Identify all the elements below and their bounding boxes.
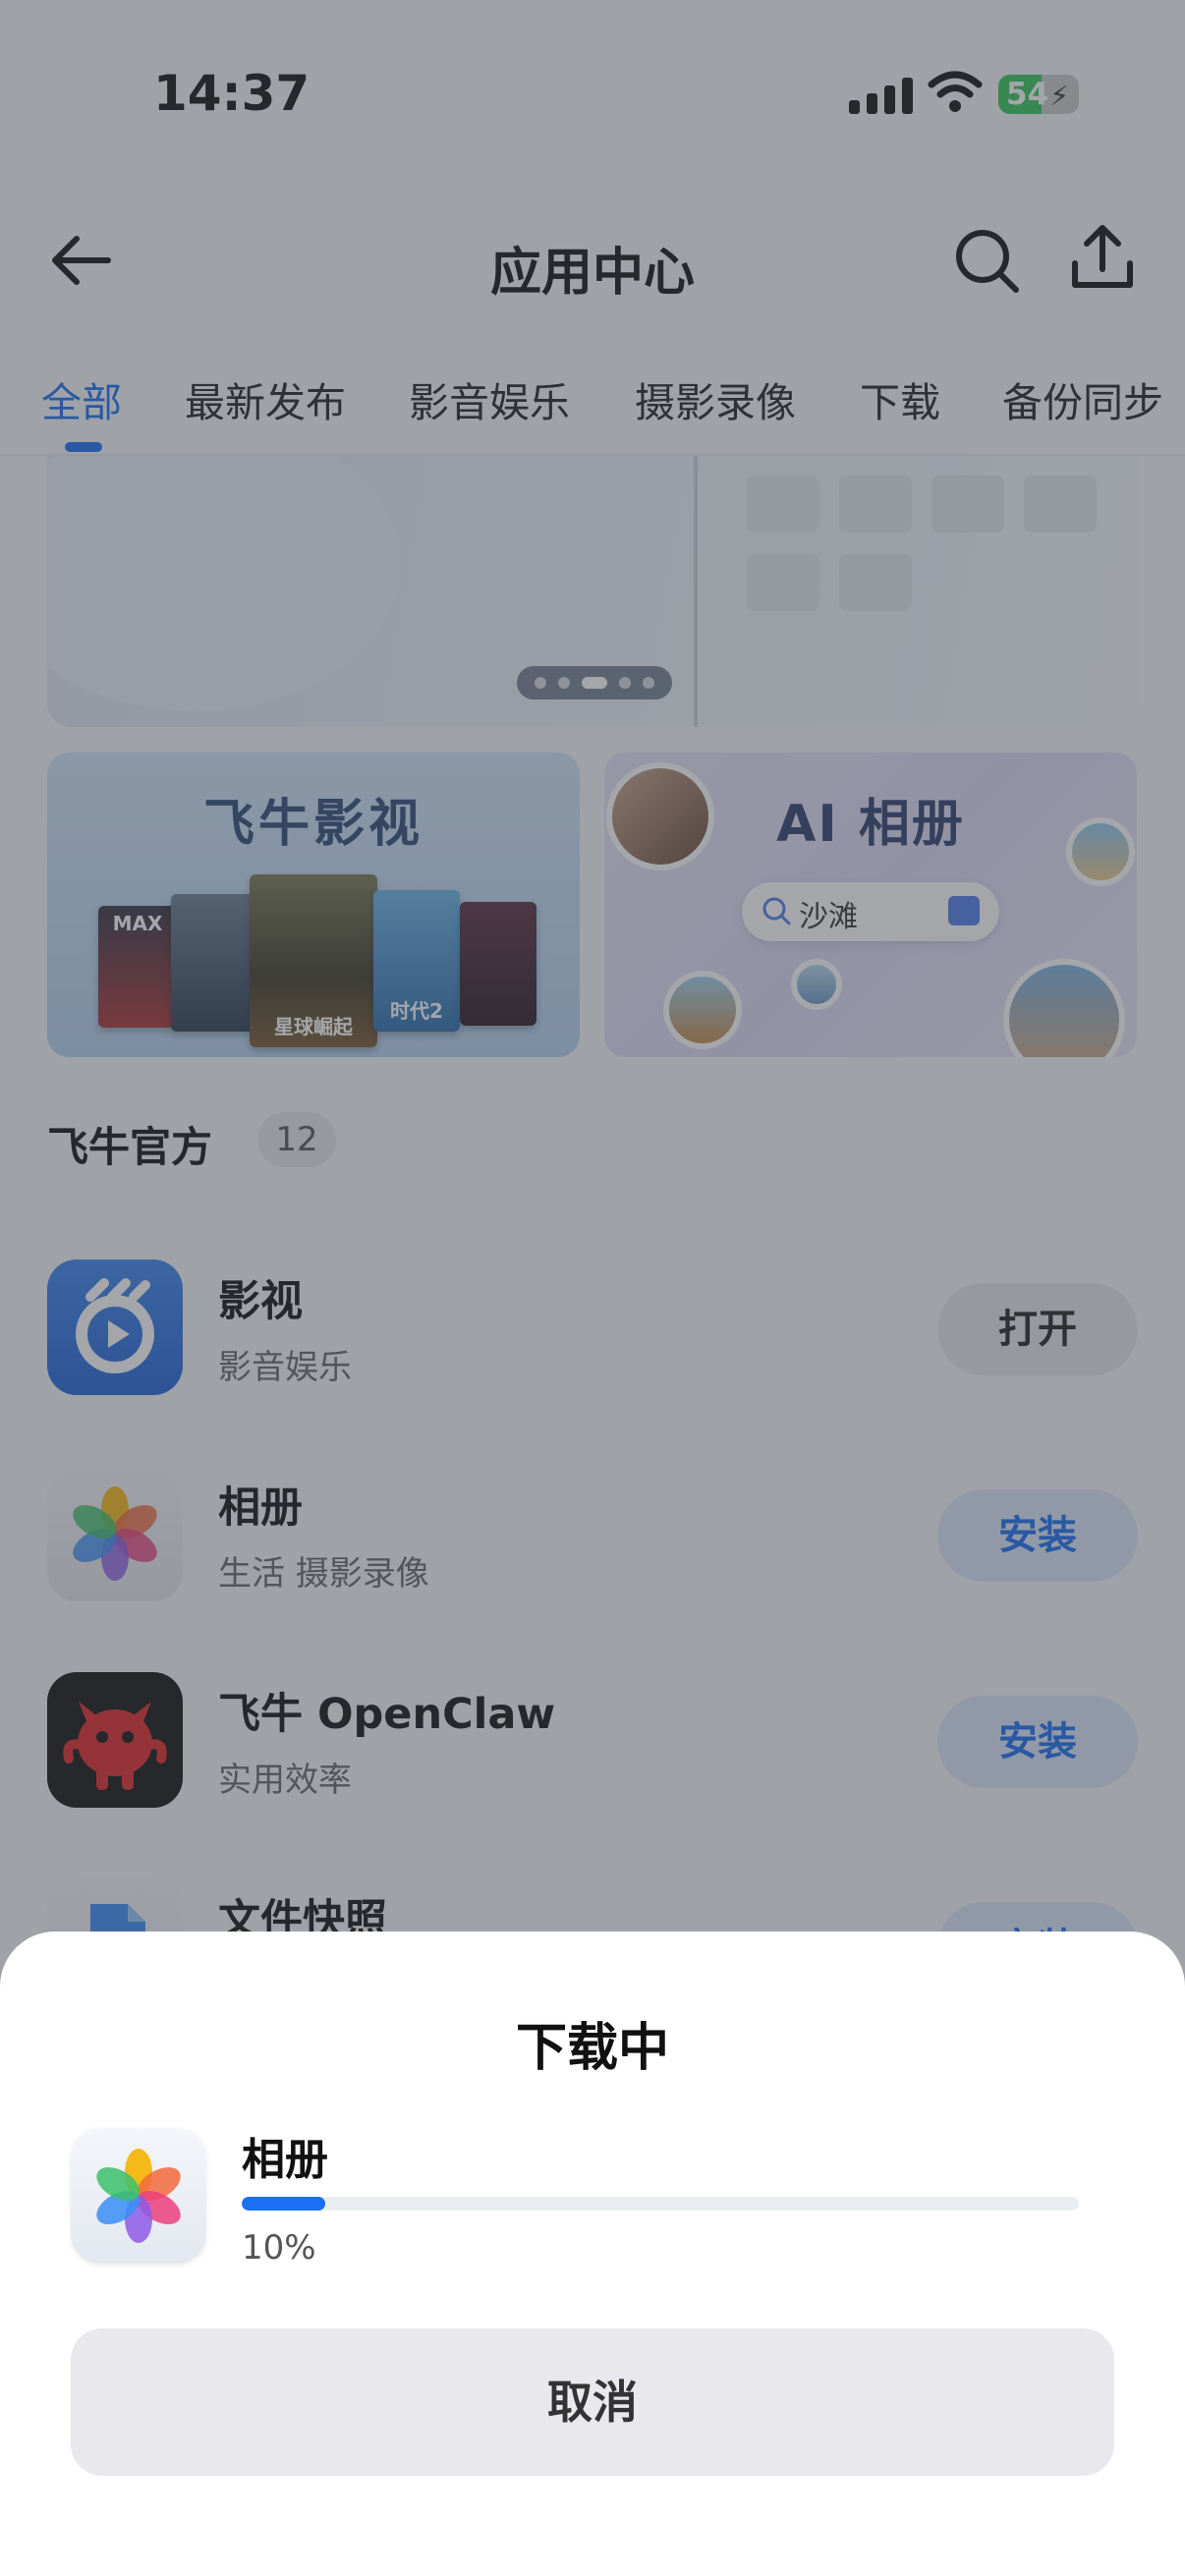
app-center-page: 14:37 54 ⚡ 应用中心 全部 最新发布 影音娱乐 摄影录像 下载 备份同… <box>0 0 1185 2576</box>
downloading-app-name: 相册 <box>242 2135 328 2185</box>
download-progress-fill <box>242 2197 326 2211</box>
photos-flower-icon <box>71 2128 206 2264</box>
cancel-button[interactable]: 取消 <box>71 2328 1114 2476</box>
sheet-title: 下载中 <box>515 2019 669 2078</box>
download-progress-bar <box>242 2197 1079 2211</box>
download-progress-text: 10% <box>242 2228 316 2268</box>
download-bottom-sheet: 下载中 相册 10% 取消 <box>0 1932 1185 2576</box>
